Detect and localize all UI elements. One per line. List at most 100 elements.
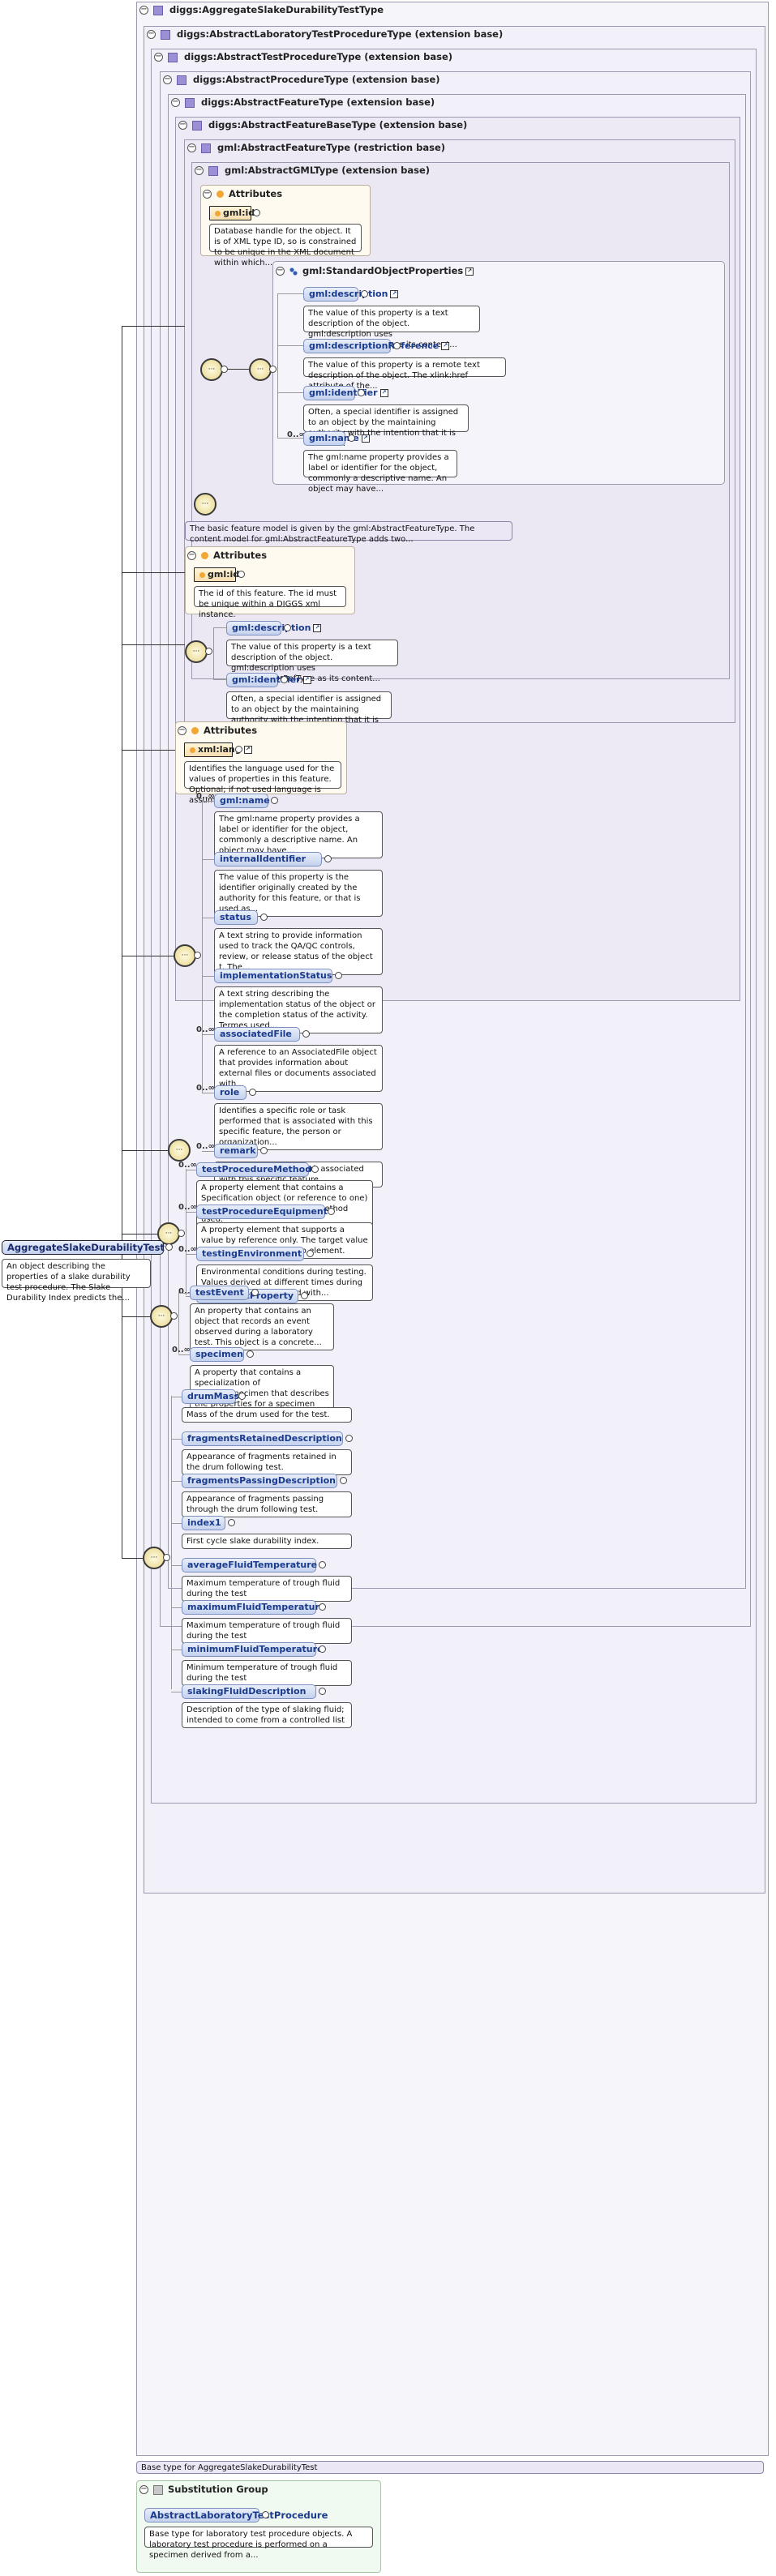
element-gml-name[interactable]: gml:name <box>214 794 270 808</box>
type-header-atp[interactable]: − diggs:AbstractTestProcedureType (extens… <box>154 50 452 63</box>
expand-icon[interactable] <box>318 1603 326 1611</box>
expand-icon[interactable] <box>270 797 278 804</box>
element-maximumfluidtemperature[interactable]: maximumFluidTemperature <box>182 1600 325 1615</box>
collapse-icon[interactable]: − <box>178 726 186 735</box>
sequence-compositor-alt[interactable]: ··· <box>150 1305 173 1328</box>
sequence-compositor-gaf[interactable]: ··· <box>194 493 217 516</box>
element-gml-name[interactable]: gml:name ↗ <box>303 431 370 446</box>
expand-icon[interactable] <box>221 366 228 373</box>
expand-icon[interactable] <box>269 366 277 373</box>
collapse-icon[interactable]: − <box>154 53 163 62</box>
element-associatedfile[interactable]: associatedFile <box>214 1027 301 1042</box>
type-header-gml[interactable]: − gml:AbstractGMLType (extension base) <box>195 164 430 177</box>
attributes-header[interactable]: − Attributes <box>203 187 282 200</box>
expand-icon[interactable] <box>238 1393 246 1400</box>
collapse-icon[interactable]: − <box>139 2485 148 2494</box>
type-header-af[interactable]: − diggs:AbstractFeatureType (extension ba… <box>171 96 435 109</box>
reference-icon: ↗ <box>390 290 399 298</box>
collapse-icon[interactable]: − <box>187 551 196 560</box>
element-averagefluidtemperature[interactable]: averageFluidTemperature <box>182 1558 317 1573</box>
element-abstract-laboratory-test-procedure[interactable]: AbstractLaboratoryTestProcedure <box>144 2508 328 2523</box>
expand-icon[interactable] <box>318 1561 326 1568</box>
connector-line <box>171 1565 182 1566</box>
element-gml-identifier[interactable]: gml:identifier ↗ <box>303 386 388 400</box>
attribute-xml-lang[interactable]: xml:lang ↗ <box>184 742 252 757</box>
expand-icon[interactable] <box>246 1350 254 1358</box>
element-aggregate-slake-durability-test[interactable]: AggregateSlakeDurabilityTest <box>2 1240 165 1255</box>
element-gml-identifier[interactable]: gml:identifier ↗ <box>226 673 311 687</box>
element-role[interactable]: role <box>214 1085 247 1100</box>
element-index1[interactable]: index1 <box>182 1516 225 1530</box>
expand-icon[interactable] <box>235 746 242 753</box>
sequence-compositor-gml[interactable]: ··· <box>200 358 223 381</box>
expand-icon[interactable] <box>348 434 355 442</box>
element-fragmentsretaineddescription[interactable]: fragmentsRetainedDescription <box>182 1431 343 1446</box>
type-header-ap[interactable]: − diggs:AbstractProcedureType (extension … <box>163 73 440 86</box>
element-gml-description[interactable]: gml:description ↗ <box>226 621 322 635</box>
expand-icon[interactable] <box>262 2511 269 2518</box>
expand-icon[interactable] <box>306 1250 314 1257</box>
element-testingenvironment[interactable]: testingEnvironment <box>196 1247 304 1261</box>
expand-icon[interactable] <box>165 1243 173 1251</box>
expand-icon[interactable] <box>163 1554 170 1561</box>
collapse-icon[interactable]: − <box>195 166 204 175</box>
attribute-gml-id[interactable]: gml:id <box>209 206 255 220</box>
expand-icon[interactable] <box>259 914 268 921</box>
expand-icon[interactable] <box>170 1312 178 1320</box>
sequence-compositor-standard-props[interactable]: ··· <box>249 358 272 381</box>
expand-icon[interactable] <box>281 676 288 683</box>
expand-icon[interactable] <box>318 1688 326 1695</box>
element-minimumfluidtemperature[interactable]: minimumFluidTemperature <box>182 1642 323 1657</box>
sequence-compositor-root[interactable]: ··· <box>143 1547 165 1569</box>
expand-icon[interactable] <box>361 290 368 297</box>
attributes-header[interactable]: − Attributes <box>187 549 267 562</box>
attribute-gml-id[interactable]: gml:id <box>194 567 239 582</box>
element-drummass[interactable]: drumMass <box>182 1389 239 1404</box>
expand-icon[interactable] <box>227 1519 235 1526</box>
element-gml-description-reference[interactable]: gml:descriptionReference ↗ <box>303 339 450 353</box>
expand-icon[interactable] <box>345 1435 353 1442</box>
collapse-icon[interactable]: − <box>187 143 196 152</box>
element-status[interactable]: status <box>214 910 258 925</box>
element-testproceduremethod[interactable]: testProcedureMethod <box>196 1162 311 1177</box>
collapse-icon[interactable]: − <box>147 30 156 39</box>
type-header-root[interactable]: − diggs:AggregateSlakeDurabilityTestType <box>139 3 384 16</box>
expand-icon[interactable] <box>253 209 260 216</box>
element-remark[interactable]: remark <box>214 1144 258 1158</box>
collapse-icon[interactable]: − <box>276 267 285 276</box>
expand-icon[interactable] <box>259 1147 268 1154</box>
collapse-icon[interactable]: − <box>171 98 180 107</box>
type-header-gaf[interactable]: − gml:AbstractFeatureType (restriction ba… <box>187 141 445 154</box>
type-header-alt[interactable]: − diggs:AbstractLaboratoryTestProcedureTy… <box>147 28 503 41</box>
collapse-icon[interactable]: − <box>139 6 148 15</box>
sequence-compositor-afb[interactable]: ··· <box>185 640 208 663</box>
expand-icon[interactable] <box>324 855 332 862</box>
group-header-standard-props[interactable]: − gml:StandardObjectProperties ↗ <box>276 264 474 277</box>
type-header-afb[interactable]: − diggs:AbstractFeatureBaseType (extensio… <box>178 118 467 131</box>
sequence-compositor-af[interactable]: ··· <box>174 944 196 967</box>
expand-icon[interactable] <box>335 972 342 979</box>
expand-icon[interactable] <box>205 648 212 655</box>
expand-icon[interactable] <box>238 571 245 578</box>
element-internalidentifier[interactable]: internalIdentifier <box>214 852 322 867</box>
expand-icon[interactable] <box>194 952 201 959</box>
substitution-group-header[interactable]: − Substitution Group <box>139 2483 268 2496</box>
element-testevent[interactable]: testEvent <box>190 1286 250 1300</box>
expand-icon[interactable] <box>284 624 291 631</box>
collapse-icon[interactable]: − <box>203 190 212 199</box>
element-testprocedureequipment[interactable]: testProcedureEquipment <box>196 1205 328 1219</box>
element-implementationstatus[interactable]: implementationStatus <box>214 969 332 983</box>
expand-icon[interactable] <box>178 1230 185 1237</box>
element-fragmentspassingdescription[interactable]: fragmentsPassingDescription <box>182 1474 338 1488</box>
element-specimen[interactable]: specimen <box>190 1347 244 1362</box>
collapse-icon[interactable]: − <box>178 121 187 130</box>
sequence-compositor-ap[interactable]: ··· <box>168 1139 191 1162</box>
expand-icon[interactable] <box>318 1645 326 1653</box>
attributes-header[interactable]: − Attributes <box>178 724 257 737</box>
expand-icon[interactable] <box>393 342 401 349</box>
expand-icon[interactable] <box>358 389 365 396</box>
collapse-icon[interactable]: − <box>163 75 172 84</box>
element-description: Minimum temperature of trough fluid duri… <box>182 1660 352 1686</box>
element-slakingfluiddescription[interactable]: slakingFluidDescription <box>182 1684 316 1699</box>
element-gml-description[interactable]: gml:description ↗ <box>303 287 399 302</box>
